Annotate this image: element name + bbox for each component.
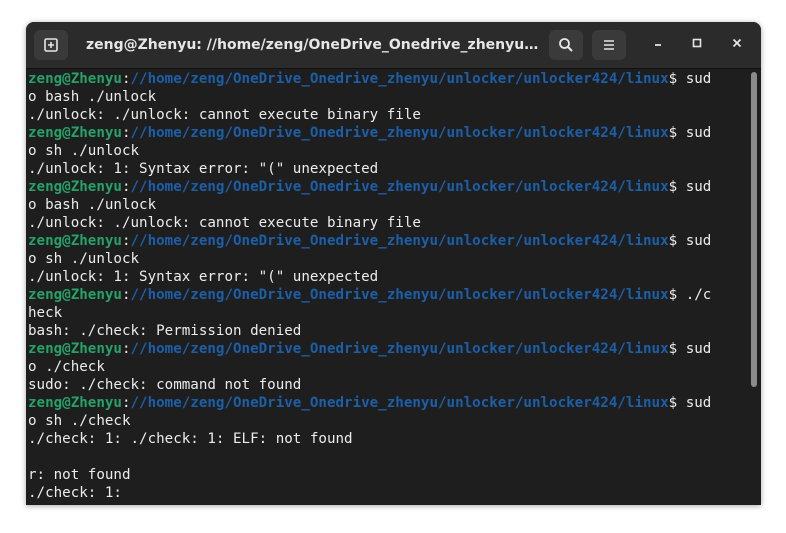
output-line: ./unlock: ./unlock: cannot execute binar… [28,215,421,231]
prompt-separator: : [121,395,131,411]
prompt-path: //home/zeng/OneDrive_Onedrive_zhenyu/unl… [130,287,669,303]
search-button[interactable] [549,30,583,60]
output-line: ./unlock: ./unlock: cannot execute binar… [28,107,421,123]
prompt-path: //home/zeng/OneDrive_Onedrive_zhenyu/unl… [130,179,669,195]
prompt-user: zeng@Zhenyu [28,179,122,195]
output-line: o ./check [28,359,105,375]
prompt-line: zeng@Zhenyu://home/zeng/OneDrive_Onedriv… [28,124,748,142]
output-line: o bash ./unlock [28,197,157,213]
prompt-user: zeng@Zhenyu [28,287,122,303]
prompt-separator: : [121,179,131,195]
prompt-user: zeng@Zhenyu [28,125,122,141]
prompt-path: //home/zeng/OneDrive_Onedrive_zhenyu/unl… [130,341,669,357]
close-button[interactable] [726,34,748,56]
command-text: $ sud [668,179,712,195]
prompt-line: zeng@Zhenyu://home/zeng/OneDrive_Onedriv… [28,340,748,358]
prompt-line: zeng@Zhenyu://home/zeng/OneDrive_Onedriv… [28,232,748,250]
terminal-output[interactable]: zeng@Zhenyu://home/zeng/OneDrive_Onedriv… [28,69,748,505]
output-line: r: not found [28,467,131,483]
prompt-path: //home/zeng/OneDrive_Onedrive_zhenyu/unl… [130,71,669,87]
scrollbar[interactable] [751,72,757,387]
prompt-separator: : [121,233,131,249]
prompt-user: zeng@Zhenyu [28,341,122,357]
prompt-line: zeng@Zhenyu://home/zeng/OneDrive_Onedriv… [28,394,748,412]
menu-button[interactable] [592,30,626,60]
prompt-path: //home/zeng/OneDrive_Onedrive_zhenyu/unl… [130,395,669,411]
prompt-separator: : [121,341,131,357]
new-tab-button[interactable] [34,30,68,60]
minimize-button[interactable] [647,34,669,56]
output-line: ./check: 1: ./check: 1: ELF: not found [28,431,353,447]
hamburger-menu-icon [601,37,617,53]
terminal-window: zeng@Zhenyu: //home/zeng/OneDrive_Onedri… [26,22,761,505]
new-tab-icon [43,37,59,53]
prompt-separator: : [121,287,131,303]
command-text: $ sud [668,395,712,411]
window-title: zeng@Zhenyu: //home/zeng/OneDrive_Onedri… [86,37,541,53]
maximize-button[interactable] [686,34,708,56]
command-text: $ sud [668,71,712,87]
output-line: sudo: ./check: command not found [28,377,302,393]
output-line: ./unlock: 1: Syntax error: "(" unexpecte… [28,269,379,285]
title-bar: zeng@Zhenyu: //home/zeng/OneDrive_Onedri… [26,22,761,69]
output-line: ./unlock: 1: Syntax error: "(" unexpecte… [28,161,379,177]
minimize-icon [652,36,664,54]
prompt-separator: : [121,125,131,141]
prompt-path: //home/zeng/OneDrive_Onedrive_zhenyu/unl… [130,125,669,141]
command-text: $ sud [668,341,712,357]
output-line: o sh ./unlock [28,251,140,267]
prompt-line: zeng@Zhenyu://home/zeng/OneDrive_Onedriv… [28,178,748,196]
command-text: $ sud [668,233,712,249]
prompt-separator: : [121,71,131,87]
command-text: $ ./c [668,287,712,303]
prompt-user: zeng@Zhenyu [28,233,122,249]
prompt-user: zeng@Zhenyu [28,71,122,87]
output-line: o sh ./unlock [28,143,140,159]
maximize-icon [691,36,703,54]
search-icon [558,37,574,53]
output-line: heck [28,305,63,321]
prompt-line: zeng@Zhenyu://home/zeng/OneDrive_Onedriv… [28,70,748,88]
output-line: ./check: 1: [28,485,122,501]
close-icon [731,36,743,54]
prompt-line: zeng@Zhenyu://home/zeng/OneDrive_Onedriv… [28,286,748,304]
command-text: $ sud [668,125,712,141]
output-line: o sh ./check [28,413,131,429]
output-line: o bash ./unlock [28,89,157,105]
prompt-path: //home/zeng/OneDrive_Onedrive_zhenyu/unl… [130,233,669,249]
output-line: bash: ./check: Permission denied [28,323,302,339]
prompt-user: zeng@Zhenyu [28,395,122,411]
